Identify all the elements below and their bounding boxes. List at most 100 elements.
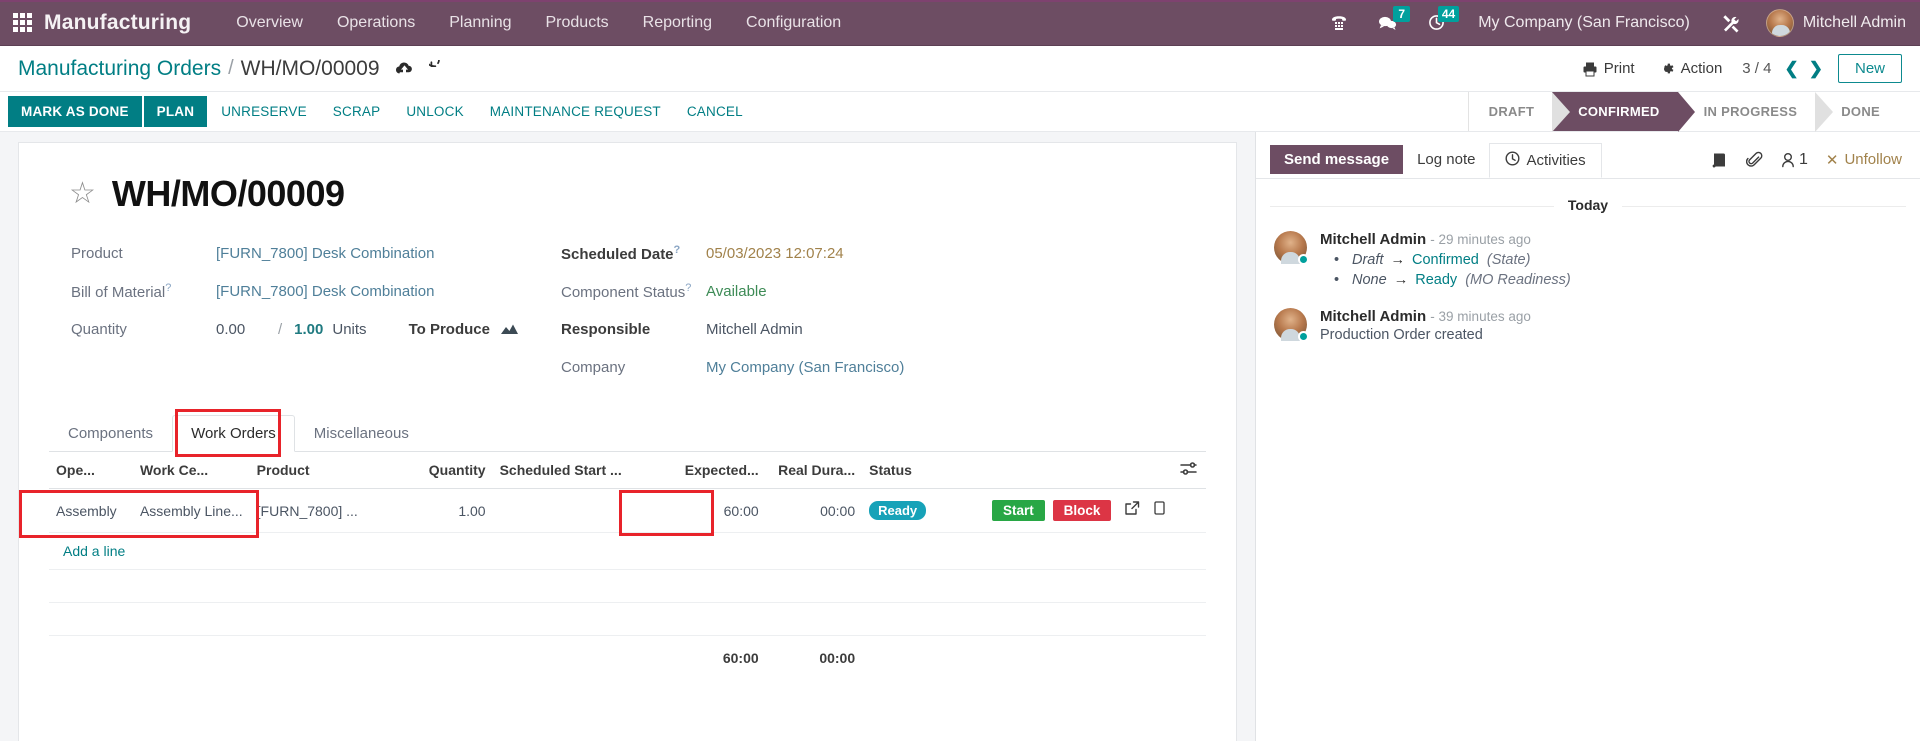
scrap-button[interactable]: SCRAP — [320, 92, 394, 131]
main-body: ☆ WH/MO/00009 Product [FURN_7800] Desk C… — [0, 132, 1920, 741]
column-status[interactable]: Status — [862, 452, 1174, 489]
pager-counter: 3 / 4 — [1742, 60, 1772, 77]
print-button[interactable]: Print — [1570, 56, 1647, 81]
cloud-upload-save-icon[interactable] — [395, 60, 414, 77]
table-row[interactable]: Assembly Assembly Line... [FURN_7800] ..… — [49, 488, 1206, 533]
external-link-icon[interactable] — [1125, 501, 1144, 518]
menu-planning[interactable]: Planning — [432, 0, 528, 45]
add-a-line-button[interactable]: Add a line — [56, 533, 132, 569]
stage-confirmed[interactable]: CONFIRMED — [1552, 92, 1696, 132]
column-quantity[interactable]: Quantity — [404, 452, 493, 489]
messages-badge: 7 — [1393, 6, 1411, 22]
tools-wrench-icon[interactable] — [1706, 0, 1756, 45]
message-author[interactable]: Mitchell Admin — [1320, 308, 1426, 325]
forecast-chart-icon[interactable] — [500, 321, 519, 339]
cell-operation[interactable]: Assembly — [49, 488, 133, 533]
help-tooltip-icon[interactable]: ? — [165, 282, 171, 294]
start-button[interactable]: Start — [991, 500, 1045, 521]
grid-apps-icon — [12, 13, 32, 32]
voip-phone-icon[interactable] — [1315, 0, 1363, 45]
message-author[interactable]: Mitchell Admin — [1320, 231, 1426, 248]
menu-overview[interactable]: Overview — [219, 0, 320, 45]
tab-components[interactable]: Components — [49, 415, 172, 452]
add-line-row: Add a line — [49, 532, 1206, 570]
column-work-center[interactable]: Work Ce... — [132, 452, 250, 489]
field-scheduled-date-value[interactable]: 05/03/2023 12:07:24 — [706, 245, 844, 262]
log-note-button[interactable]: Log note — [1403, 145, 1489, 174]
menu-reporting[interactable]: Reporting — [626, 0, 729, 45]
unreserve-button[interactable]: UNRESERVE — [208, 92, 320, 131]
totals-blank-5 — [493, 636, 665, 678]
to-produce-button[interactable]: To Produce — [409, 321, 519, 339]
tracking-old-value: None — [1352, 272, 1387, 288]
tab-work-orders[interactable]: Work Orders — [172, 415, 295, 452]
field-bom-value[interactable]: [FURN_7800] Desk Combination — [216, 283, 434, 300]
tab-miscellaneous[interactable]: Miscellaneous — [295, 415, 428, 452]
menu-products[interactable]: Products — [529, 0, 626, 45]
user-name: Mitchell Admin — [1802, 13, 1906, 31]
menu-operations[interactable]: Operations — [320, 0, 432, 45]
attachment-paperclip-icon[interactable] — [1745, 151, 1763, 168]
app-brand-manufacturing[interactable]: Manufacturing — [44, 11, 191, 35]
company-switcher[interactable]: My Company (San Francisco) — [1462, 14, 1706, 32]
help-tooltip-icon[interactable]: ? — [685, 282, 691, 294]
top-navbar: Manufacturing Overview Operations Planni… — [0, 0, 1920, 46]
cell-work-center[interactable]: Assembly Line... — [132, 488, 250, 533]
cell-expected-duration[interactable]: 60:00 — [664, 488, 766, 533]
apps-grid-icon[interactable] — [0, 0, 44, 45]
blank-row — [49, 569, 1206, 603]
stage-in-progress[interactable]: IN PROGRESS — [1678, 92, 1833, 132]
action-button[interactable]: Action — [1647, 56, 1735, 81]
menu-configuration[interactable]: Configuration — [729, 0, 858, 45]
followers-count: 1 — [1798, 150, 1808, 168]
unlock-button[interactable]: UNLOCK — [393, 92, 476, 131]
column-product[interactable]: Product — [249, 452, 405, 489]
print-label: Print — [1603, 60, 1635, 77]
column-settings-icon[interactable] — [1173, 452, 1206, 489]
plan-button[interactable]: PLAN — [143, 96, 208, 127]
maintenance-request-button[interactable]: MAINTENANCE REQUEST — [477, 92, 674, 131]
field-component-status-label: Component Status? — [561, 282, 692, 301]
column-expected-duration[interactable]: Expected... — [664, 452, 766, 489]
chevron-left-icon[interactable]: ❮ — [1779, 59, 1803, 79]
duplicate-icon[interactable] — [1154, 501, 1166, 518]
column-scheduled-start[interactable]: Scheduled Start ... — [492, 452, 665, 489]
total-real-duration: 00:00 — [819, 650, 856, 666]
field-company-value[interactable]: My Company (San Francisco) — [706, 359, 904, 376]
user-menu[interactable]: Mitchell Admin — [1756, 8, 1906, 37]
followers-user-icon[interactable]: 1 — [1781, 151, 1808, 169]
notebook-tabs: Components Work Orders Miscellaneous — [49, 409, 1206, 457]
totals-blank-2 — [133, 636, 250, 678]
messages-icon[interactable]: 7 — [1363, 0, 1413, 45]
activities-clock-icon[interactable]: 44 — [1413, 0, 1462, 45]
field-responsible-value[interactable]: Mitchell Admin — [706, 321, 803, 338]
column-real-duration[interactable]: Real Dura... — [765, 452, 863, 489]
fields-grid: Product [FURN_7800] Desk Combination Bil… — [49, 237, 1206, 389]
send-message-button[interactable]: Send message — [1270, 145, 1404, 174]
mark-as-done-button[interactable]: MARK AS DONE — [8, 96, 142, 127]
tracking-field-name: (MO Readiness) — [1465, 272, 1571, 288]
message-header: Mitchell Admin - 39 minutes ago — [1320, 308, 1902, 325]
cell-scheduled-start[interactable] — [492, 488, 665, 533]
new-button[interactable]: New — [1837, 54, 1902, 83]
chevron-right-icon[interactable]: ❯ — [1804, 59, 1828, 79]
knowledge-book-icon[interactable] — [1711, 152, 1728, 168]
activities-button[interactable]: Activities — [1489, 142, 1602, 178]
stage-draft[interactable]: DRAFT — [1469, 92, 1570, 132]
quantity-done-input[interactable]: 0.00 — [216, 321, 278, 338]
cell-quantity[interactable]: 1.00 — [404, 488, 493, 533]
column-operation[interactable]: Ope... — [49, 452, 133, 489]
cell-real-duration[interactable]: 00:00 — [765, 488, 863, 533]
favorite-star-icon[interactable]: ☆ — [69, 179, 96, 209]
cell-product[interactable]: [FURN_7800] ... — [249, 488, 405, 533]
undo-discard-icon[interactable] — [428, 60, 447, 77]
quantity-uom: Units — [332, 321, 367, 338]
breadcrumb-manufacturing-orders[interactable]: Manufacturing Orders — [18, 57, 221, 81]
unfollow-button[interactable]: ✕ Unfollow — [1826, 151, 1902, 169]
message-body: Mitchell Admin - 29 minutes ago Draft → … — [1320, 231, 1902, 292]
block-button[interactable]: Block — [1052, 500, 1112, 521]
help-tooltip-icon[interactable]: ? — [674, 244, 681, 256]
cancel-button[interactable]: CANCEL — [674, 92, 756, 131]
avatar — [1765, 8, 1794, 37]
field-product-value[interactable]: [FURN_7800] Desk Combination — [216, 245, 434, 262]
